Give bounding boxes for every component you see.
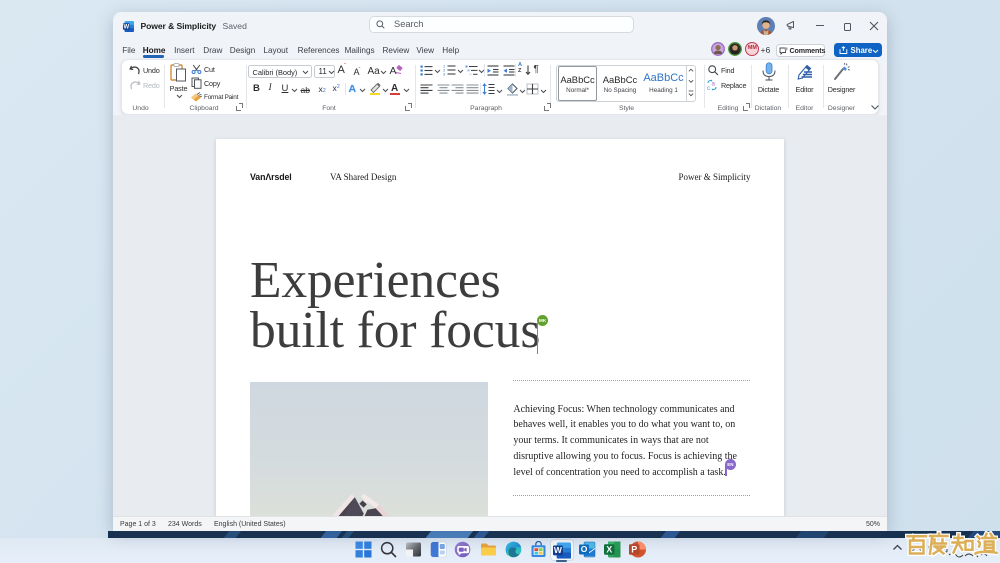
svg-text:c: c [707,86,710,91]
svg-text:O: O [581,544,588,554]
svg-text:a: a [712,81,716,87]
svg-text:W: W [554,545,563,555]
svg-text:P: P [631,544,637,554]
svg-text:W: W [123,24,129,30]
svg-text:X: X [606,544,612,554]
svg-text:3: 3 [443,72,446,76]
